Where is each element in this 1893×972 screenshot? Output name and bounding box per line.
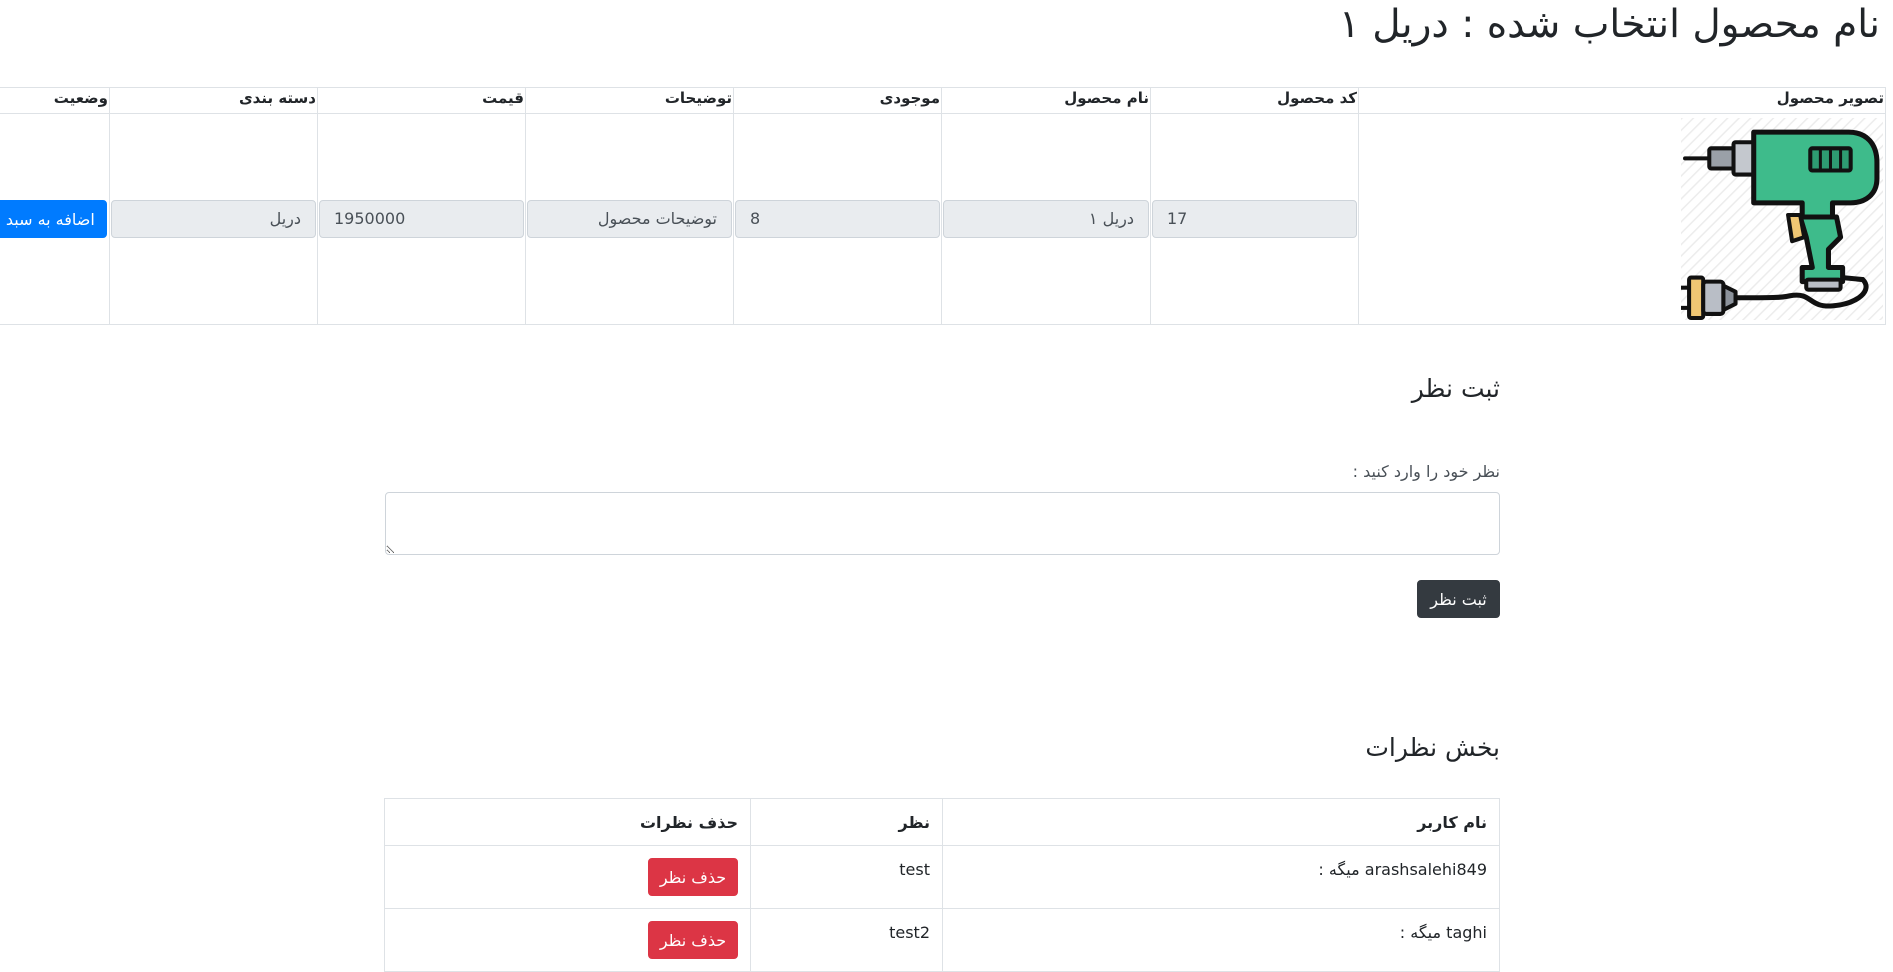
column-header-code: کد محصول <box>1150 87 1359 114</box>
comments-table: نام کاربر نظر حذف نظرات arashsalehi849 م… <box>384 798 1500 972</box>
comment-user-cell: arashsalehi849 میگه : <box>942 845 1500 909</box>
column-header-comment: نظر <box>750 798 943 846</box>
add-to-cart-button[interactable]: اضافه به سبد خرید <box>0 200 107 238</box>
product-stock-field[interactable]: 8 <box>735 200 940 238</box>
product-stock-cell: 8 <box>733 113 942 325</box>
column-header-delete: حذف نظرات <box>384 798 751 846</box>
product-status-cell: اضافه به سبد خرید <box>0 113 110 325</box>
page-title: نام محصول انتخاب شده : دریل ۱ <box>1338 2 1880 47</box>
product-table: تصویر محصول کد محصول نام محصول موجودی تو… <box>0 87 1886 325</box>
comment-form-heading: ثبت نظر <box>1411 374 1500 403</box>
column-header-user: نام کاربر <box>942 798 1500 846</box>
comment-row: taghi میگه : test2 حذف نظر <box>384 908 1500 972</box>
column-header-stock: موجودی <box>733 87 942 114</box>
column-header-price: قیمت <box>317 87 526 114</box>
product-name-cell: دریل ۱ <box>941 113 1151 325</box>
comment-user-cell: taghi میگه : <box>942 908 1500 972</box>
delete-comment-button[interactable]: حذف نظر <box>648 858 738 896</box>
column-header-image: تصویر محصول <box>1358 87 1886 114</box>
product-code-field[interactable]: 17 <box>1152 200 1357 238</box>
column-header-name: نام محصول <box>941 87 1151 114</box>
product-table-header: تصویر محصول کد محصول نام محصول موجودی تو… <box>0 87 1886 114</box>
product-name-field[interactable]: دریل ۱ <box>943 200 1149 238</box>
comments-table-header: نام کاربر نظر حذف نظرات <box>384 798 1500 846</box>
product-description-field[interactable]: توضیحات محصول <box>527 200 732 238</box>
column-header-description: توضیحات <box>525 87 734 114</box>
comment-row: arashsalehi849 میگه : test حذف نظر <box>384 845 1500 909</box>
product-price-field[interactable]: 1950000 <box>319 200 524 238</box>
column-header-status: وضعیت <box>0 87 110 114</box>
comment-action-cell: حذف نظر <box>384 908 751 972</box>
product-code-cell: 17 <box>1150 113 1359 325</box>
submit-comment-button[interactable]: ثبت نظر <box>1417 580 1500 618</box>
comment-says-label: میگه : <box>1399 923 1442 942</box>
comment-action-cell: حذف نظر <box>384 845 751 909</box>
comment-username: arashsalehi849 <box>1364 860 1487 879</box>
comment-textarea[interactable] <box>385 492 1500 555</box>
delete-comment-button[interactable]: حذف نظر <box>648 921 738 959</box>
comment-field-label: نظر خود را وارد کنید : <box>1352 462 1500 481</box>
product-description-cell: توضیحات محصول <box>525 113 734 325</box>
column-header-category: دسته بندی <box>109 87 318 114</box>
comment-says-label: میگه : <box>1318 860 1360 879</box>
comment-text-cell: test2 <box>750 908 943 972</box>
comment-username: taghi <box>1446 923 1487 942</box>
product-category-cell: دریل <box>109 113 318 325</box>
product-category-field[interactable]: دریل <box>111 200 316 238</box>
comment-text-cell: test <box>750 845 943 909</box>
product-row: 17 دریل ۱ 8 توضیحات محصول 1950000 دریل ا… <box>0 113 1886 325</box>
drill-icon <box>1681 118 1883 324</box>
product-image-cell <box>1358 113 1886 325</box>
comments-heading: بخش نظرات <box>1365 733 1500 762</box>
product-price-cell: 1950000 <box>317 113 526 325</box>
